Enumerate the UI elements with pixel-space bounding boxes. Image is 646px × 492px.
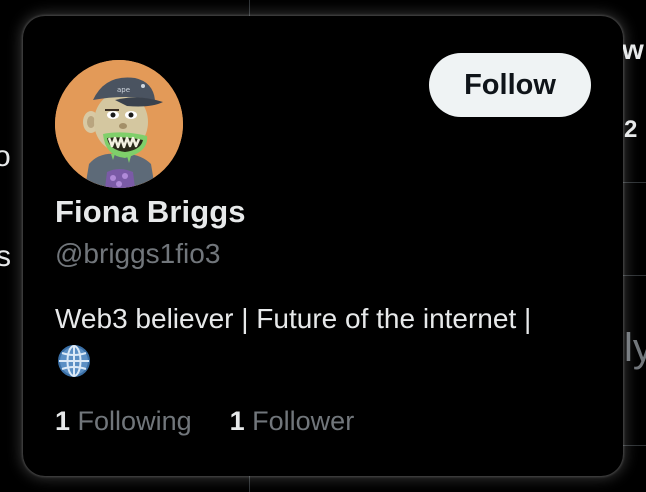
background-text-fragment: ly	[624, 326, 646, 370]
background-text-fragment: w	[622, 34, 644, 65]
profile-bio: Web3 believer | Future of the internet |	[55, 303, 532, 334]
background-text-fragment: o	[0, 140, 11, 173]
globe-icon	[58, 345, 90, 377]
timeline-background: o s w 2 ly ape Follow Fiona Briggs @brig…	[0, 0, 646, 492]
avatar[interactable]: ape	[55, 60, 183, 188]
background-text-fragment: s	[0, 240, 11, 273]
following-count: 1	[55, 406, 71, 436]
ape-avatar-image: ape	[55, 60, 183, 188]
svg-text:ape: ape	[117, 86, 130, 94]
profile-stats: 1 Following 1 Follower	[55, 406, 354, 437]
followers-count: 1	[229, 406, 245, 436]
follow-button[interactable]: Follow	[429, 53, 591, 117]
followers-label: Follower	[252, 406, 355, 436]
following-label: Following	[77, 406, 192, 436]
profile-hover-card: ape Follow Fiona Briggs @briggs1fio3 Web…	[23, 16, 623, 476]
username-handle[interactable]: @briggs1fio3	[55, 238, 220, 270]
display-name[interactable]: Fiona Briggs	[55, 194, 246, 230]
followers-link[interactable]: 1 Follower	[230, 406, 355, 437]
background-text-fragment: 2	[624, 116, 638, 143]
following-link[interactable]: 1 Following	[55, 406, 192, 437]
